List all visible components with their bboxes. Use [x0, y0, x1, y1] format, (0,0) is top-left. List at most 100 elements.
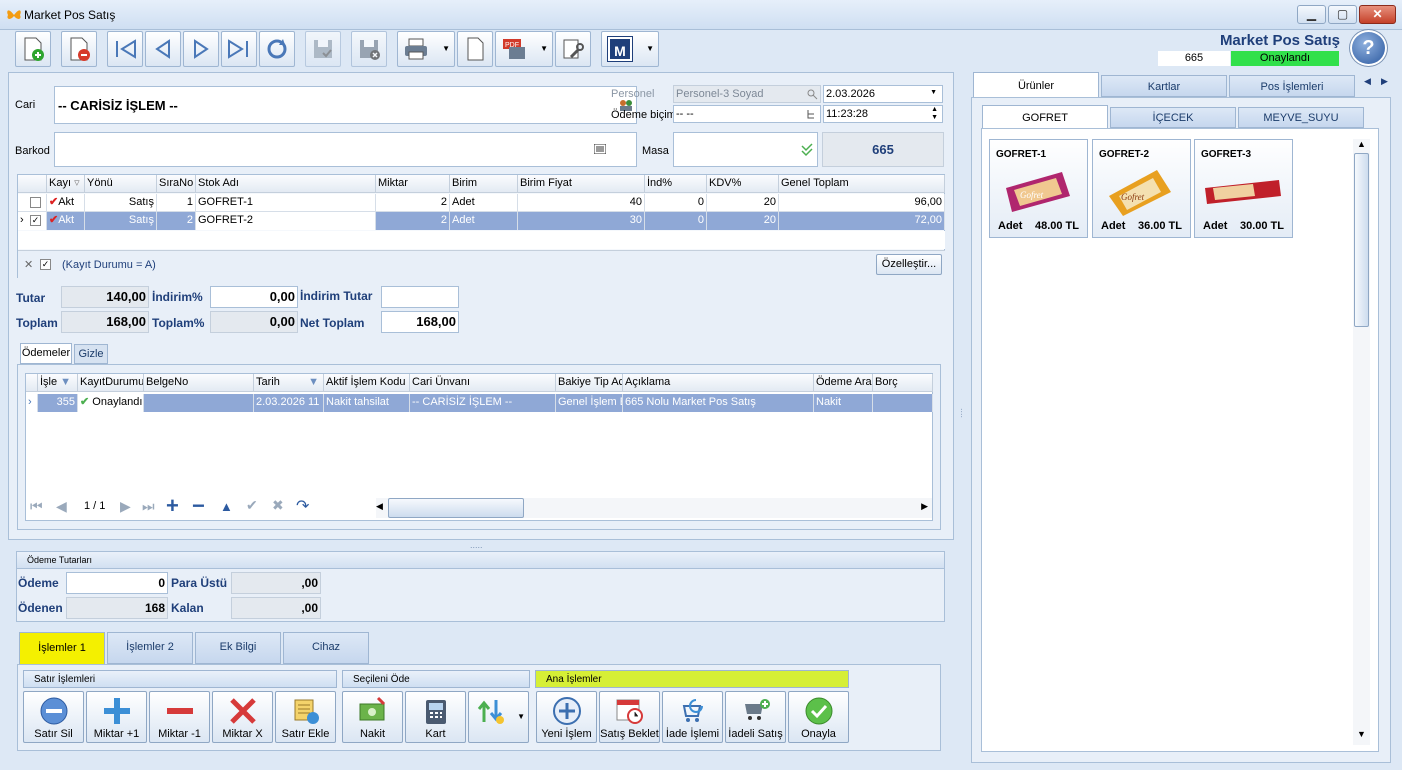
prev-record-button[interactable]: [145, 31, 181, 67]
col-header-fiyat[interactable]: Birim Fiyat: [518, 175, 645, 193]
horizontal-scrollbar[interactable]: ◀ ▶: [376, 498, 932, 518]
satir-ekle-button[interactable]: Satır Ekle: [275, 691, 336, 743]
tab-scroll-left-icon[interactable]: ◀: [1364, 76, 1371, 87]
iade-islemi-button[interactable]: İade İşlemi: [662, 691, 723, 743]
filter-text[interactable]: (Kayıt Durumu = A): [62, 259, 156, 271]
tab-islemler-2[interactable]: İşlemler 2: [107, 632, 193, 664]
dropdown-icon[interactable]: ▼: [517, 712, 525, 721]
tree-select-icon[interactable]: [806, 108, 818, 120]
date-dropdown-icon[interactable]: ▼: [930, 89, 937, 96]
col-header-isle[interactable]: İşle ▼: [38, 374, 78, 392]
satis-beklet-button[interactable]: Satış Beklet: [599, 691, 660, 743]
last-record-button[interactable]: [221, 31, 257, 67]
maximize-button[interactable]: ▢: [1328, 5, 1357, 24]
cari-field[interactable]: -- CARİSİZ İŞLEM --: [54, 86, 637, 124]
miktar-plus-button[interactable]: Miktar +1: [86, 691, 147, 743]
vertical-splitter[interactable]: ....: [959, 408, 969, 418]
nav-next-icon[interactable]: ▶: [120, 498, 131, 515]
col-header-miktar[interactable]: Miktar: [376, 175, 450, 193]
save-close-button[interactable]: [351, 31, 387, 67]
tab-pos-islemleri[interactable]: Pos İşlemleri: [1229, 75, 1355, 97]
filter-checkbox[interactable]: ✓: [40, 259, 51, 270]
tab-islemler-1[interactable]: İşlemler 1: [19, 632, 105, 665]
new-record-button[interactable]: [15, 31, 51, 67]
help-button[interactable]: ?: [1349, 29, 1388, 67]
tab-scroll-right-icon[interactable]: ▶: [1381, 76, 1388, 87]
personel-field[interactable]: Personel-3 Soyad: [673, 85, 821, 103]
col-header-toplam[interactable]: Genel Toplam: [779, 175, 945, 193]
scroll-left-icon[interactable]: ◀: [376, 501, 383, 512]
col-header-stok[interactable]: Stok Adı: [196, 175, 376, 193]
search-person-icon[interactable]: [806, 88, 818, 100]
col-header-cari[interactable]: Cari Ünvanı: [410, 374, 556, 392]
nav-refresh-icon[interactable]: ↷: [296, 496, 309, 516]
miktar-x-button[interactable]: Miktar X: [212, 691, 273, 743]
save-button[interactable]: [305, 31, 341, 67]
category-tab-meyve-suyu[interactable]: MEYVE_SUYU: [1238, 107, 1364, 128]
row-checkbox[interactable]: [30, 197, 41, 208]
barcode-icon[interactable]: [594, 144, 606, 154]
odeme-bicimi-field[interactable]: -- --: [673, 105, 821, 123]
nav-last-icon[interactable]: ⏭: [142, 498, 155, 515]
col-header-bakiye[interactable]: Bakiye Tip Ac: [556, 374, 623, 392]
table-row[interactable]: › 355 ✔ Onaylandı 2.03.2026 11 Nakit tah…: [26, 394, 933, 412]
nav-prev-icon[interactable]: ◀: [56, 498, 67, 515]
nakit-button[interactable]: Nakit: [342, 691, 403, 743]
close-button[interactable]: ✕: [1359, 5, 1396, 24]
tab-kartlar[interactable]: Kartlar: [1101, 75, 1227, 97]
payment-options-button[interactable]: ▼: [468, 691, 529, 743]
time-spin-icon[interactable]: ▲ ▼: [931, 106, 938, 122]
scroll-up-icon[interactable]: ▲: [1357, 139, 1366, 149]
category-tab-icecek[interactable]: İÇECEK: [1110, 107, 1236, 128]
horizontal-splitter[interactable]: .....: [470, 540, 483, 550]
col-header-aktif-kod[interactable]: Aktif İşlem Kodu: [324, 374, 410, 392]
col-header-aciklama[interactable]: Açıklama: [623, 374, 814, 392]
category-tab-gofret[interactable]: GOFRET: [982, 105, 1108, 130]
nav-edit-icon[interactable]: ▲: [220, 499, 233, 514]
row-checkbox-checked[interactable]: ✓: [30, 215, 41, 226]
col-header-yonu[interactable]: Yönü: [85, 175, 157, 193]
blank-page-button[interactable]: [457, 31, 493, 67]
tab-gizle[interactable]: Gizle: [74, 344, 108, 364]
col-header-belgeno[interactable]: BelgeNo: [144, 374, 254, 392]
col-header-sirano[interactable]: SıraNo: [157, 175, 196, 193]
miktar-minus-button[interactable]: Miktar -1: [149, 691, 210, 743]
col-header-odeme-arac[interactable]: Ödeme Arac: [814, 374, 873, 392]
first-record-button[interactable]: [107, 31, 143, 67]
masa-field[interactable]: [673, 132, 818, 167]
product-card[interactable]: GOFRET-3 Adet 30.00 TL: [1194, 139, 1293, 238]
cell-stok[interactable]: GOFRET-2: [196, 212, 376, 230]
col-header-birim[interactable]: Birim: [450, 175, 518, 193]
m-menu-button[interactable]: M ▼: [601, 31, 659, 67]
iadeli-satis-button[interactable]: İadeli Satış: [725, 691, 786, 743]
table-row[interactable]: › ✓ ✔Akt Satış 2 GOFRET-2 2 Adet 30 0 20 …: [18, 212, 945, 230]
customize-button[interactable]: Özelleştir...: [876, 254, 942, 275]
tab-cihaz[interactable]: Cihaz: [283, 632, 369, 664]
date-field[interactable]: 2.03.2026 ▼: [823, 85, 943, 103]
nav-delete-icon[interactable]: −: [192, 493, 205, 519]
indirim-tutar-input[interactable]: [381, 286, 459, 308]
tab-ek-bilgi[interactable]: Ek Bilgi: [195, 632, 281, 664]
time-field[interactable]: 11:23:28 ▲ ▼: [823, 105, 943, 123]
delete-record-button[interactable]: [61, 31, 97, 67]
col-header-kayitdurumu[interactable]: KayıtDurumu: [78, 374, 144, 392]
minimize-button[interactable]: ▁: [1297, 5, 1326, 24]
row-indicator[interactable]: [18, 194, 47, 212]
tab-odemeler[interactable]: Ödemeler: [20, 343, 72, 364]
onayla-button[interactable]: Onayla: [788, 691, 849, 743]
col-header-kayit[interactable]: Kayı ▿: [47, 175, 85, 193]
odeme-input[interactable]: 0: [66, 572, 168, 594]
pdf-export-button[interactable]: PDF ▼: [495, 31, 553, 67]
product-card[interactable]: GOFRET-1 Gofret Adet 48.00 TL: [989, 139, 1088, 238]
nav-append-icon[interactable]: +: [166, 493, 179, 519]
col-header-ind[interactable]: İnd%: [645, 175, 707, 193]
refresh-button[interactable]: [259, 31, 295, 67]
scroll-down-icon[interactable]: ▼: [1357, 729, 1366, 739]
print-button[interactable]: ▼: [397, 31, 455, 67]
barkod-input[interactable]: [54, 132, 637, 167]
tab-urunler[interactable]: Ürünler: [973, 72, 1099, 98]
double-check-icon[interactable]: [801, 143, 813, 157]
vertical-scrollbar[interactable]: ▲ ▼: [1353, 139, 1370, 745]
nav-cancel-icon[interactable]: ✖: [272, 497, 284, 514]
row-indicator[interactable]: › ✓: [18, 212, 47, 230]
